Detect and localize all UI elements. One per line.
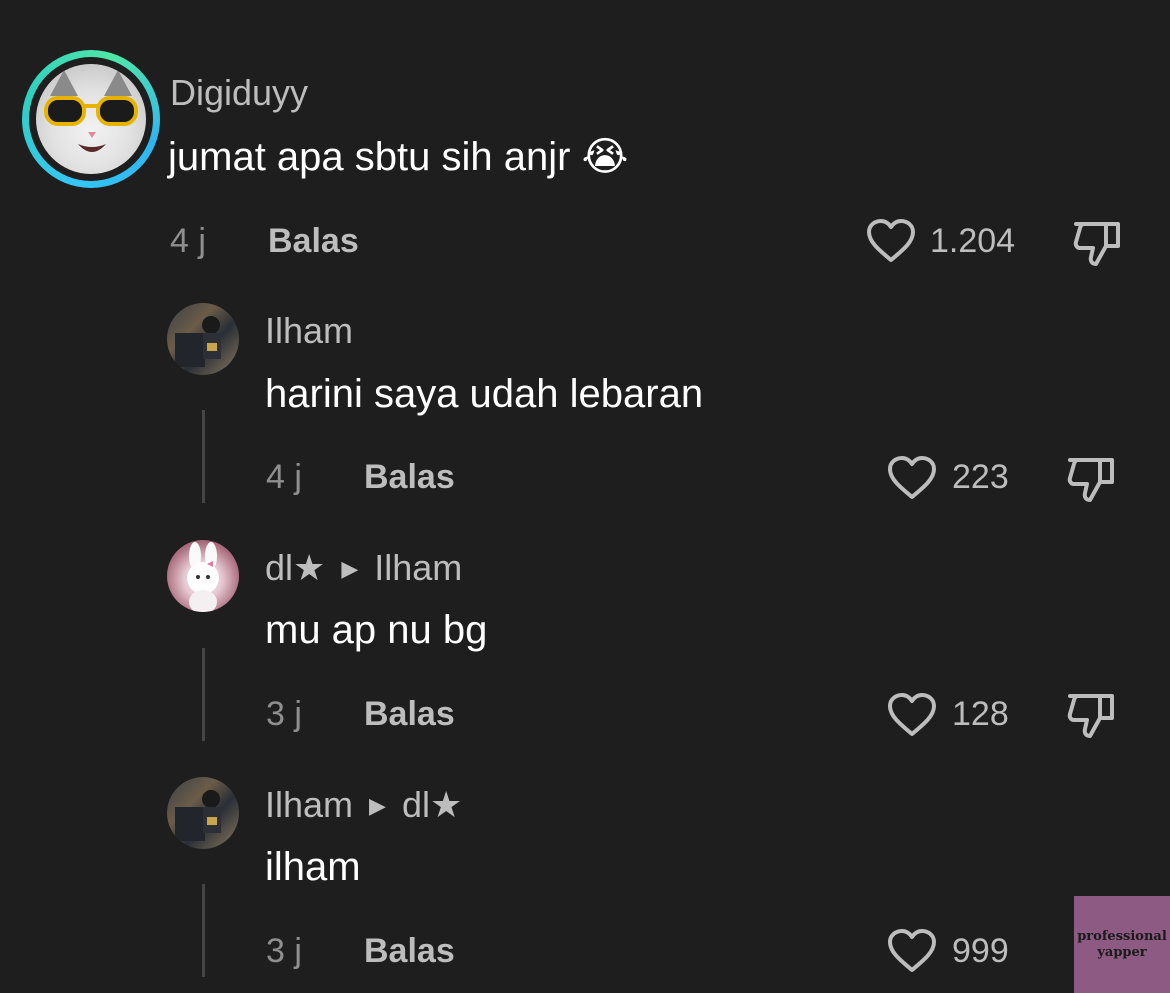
heart-outline-icon bbox=[888, 456, 936, 499]
avatar-digiduyy[interactable] bbox=[22, 50, 160, 188]
reply-timestamp: 3 j bbox=[266, 695, 302, 733]
avatar-dl[interactable] bbox=[167, 540, 239, 612]
reply-timestamp: 4 j bbox=[266, 458, 302, 496]
reply-author[interactable]: Ilham bbox=[265, 310, 353, 351]
thread-line bbox=[202, 884, 205, 977]
reply-username: dl★ ▶ Ilham bbox=[265, 547, 462, 589]
thumbs-down-outline-icon bbox=[1073, 222, 1120, 266]
reply-like-count: 128 bbox=[952, 695, 1009, 733]
reply-username: Ilham ▶ dl★ bbox=[265, 784, 462, 826]
reply-like-button[interactable] bbox=[886, 928, 938, 974]
reply-timestamp: 3 j bbox=[266, 932, 302, 970]
reply-reply-button[interactable]: Balas bbox=[364, 932, 455, 971]
comment-username[interactable]: Digiduyy bbox=[170, 72, 308, 114]
comment-like-count: 1.204 bbox=[930, 222, 1016, 260]
cat-avatar-image bbox=[36, 64, 146, 174]
heart-outline-icon bbox=[888, 693, 936, 736]
reply-like-count: 223 bbox=[952, 458, 1009, 496]
avatar-ilham[interactable] bbox=[167, 303, 239, 375]
reply-like-button[interactable] bbox=[886, 692, 938, 738]
heart-outline-icon bbox=[867, 219, 915, 262]
reply-text: ilham bbox=[265, 845, 361, 889]
heart-outline-icon bbox=[888, 929, 936, 972]
avatar-ilham[interactable] bbox=[167, 777, 239, 849]
reply-username[interactable]: Ilham bbox=[265, 310, 353, 352]
reply-like-button[interactable] bbox=[886, 455, 938, 501]
crying-emoji: 😭 bbox=[581, 135, 629, 179]
watermark-line2: yapper bbox=[1097, 944, 1147, 960]
comment-reply-button[interactable]: Balas bbox=[268, 222, 359, 261]
reply-like-count: 999 bbox=[952, 932, 1009, 970]
comment-timestamp: 4 j bbox=[170, 222, 206, 260]
thumbs-down-outline-icon bbox=[1067, 458, 1114, 502]
comment-text: jumat apa sbtu sih anjr 😭 bbox=[168, 134, 628, 180]
reply-reply-button[interactable]: Balas bbox=[364, 458, 455, 497]
reply-text: mu ap nu bg bbox=[265, 608, 488, 652]
caret-right-icon: ▶ bbox=[341, 556, 359, 581]
watermark-line1: professional bbox=[1077, 928, 1167, 944]
reply-author[interactable]: dl★ bbox=[265, 547, 325, 588]
thumbs-down-outline-icon bbox=[1067, 694, 1114, 738]
reply-reply-button[interactable]: Balas bbox=[364, 695, 455, 734]
caret-right-icon: ▶ bbox=[369, 793, 386, 818]
reply-to-user[interactable]: Ilham bbox=[374, 547, 462, 588]
reply-dislike-button[interactable] bbox=[1066, 454, 1118, 504]
sunglasses-icon bbox=[44, 96, 138, 126]
comment-dislike-button[interactable] bbox=[1072, 218, 1124, 268]
reply-text: harini saya udah lebaran bbox=[265, 372, 704, 416]
thread-line bbox=[202, 410, 205, 503]
reply-dislike-button[interactable] bbox=[1066, 690, 1118, 740]
reply-to-user[interactable]: dl★ bbox=[402, 784, 462, 825]
reply-author[interactable]: Ilham bbox=[265, 784, 353, 825]
watermark: professional yapper bbox=[1074, 896, 1170, 993]
comment-body: jumat apa sbtu sih anjr bbox=[168, 135, 571, 179]
comment-like-button[interactable] bbox=[865, 218, 917, 264]
thread-line bbox=[202, 648, 205, 741]
